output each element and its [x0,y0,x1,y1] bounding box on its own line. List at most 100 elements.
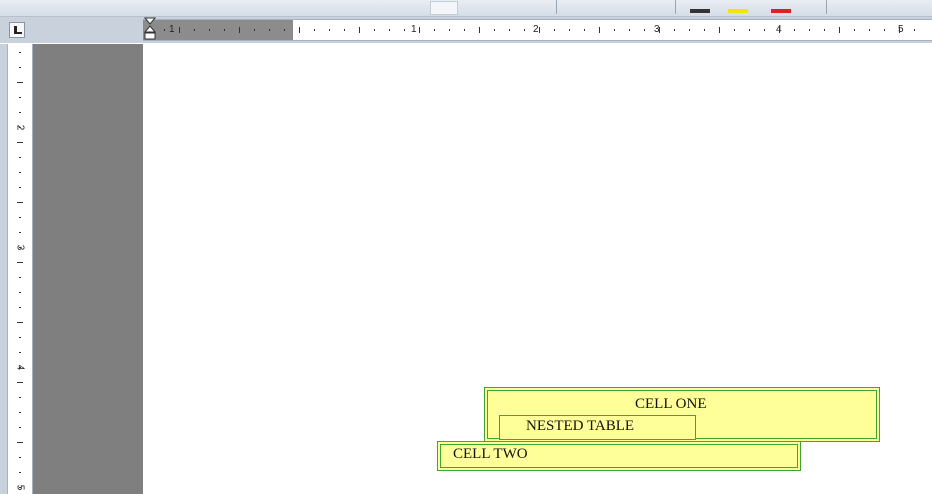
ruler-tick [764,29,765,31]
ruler-tick [899,27,900,33]
nested-table-text: NESTED TABLE [526,418,635,434]
toolbar-control[interactable] [430,1,458,15]
ruler-tick [19,352,21,353]
ruler-tick [164,29,165,31]
cell-two-text: CELL TWO [453,446,528,462]
ruler-tick [794,29,795,31]
ruler-tick [659,27,660,33]
ruler-tick [554,29,555,31]
ruler-tick [419,27,420,33]
ruler-label: 2 [533,24,539,35]
ruler-tick [19,127,21,128]
toolbar-separator [675,0,676,14]
table-cell-two[interactable]: CELL TWO [437,441,801,471]
ruler-tick [389,29,390,31]
ruler-tick [239,27,240,33]
ruler-tick [19,157,21,158]
ruler-tick [404,29,405,31]
ruler-tick [17,202,23,203]
vertical-ruler[interactable]: 2 3 4 5 [7,44,33,494]
ruler-tick [224,29,225,31]
ruler-tick [689,29,690,31]
ruler-tick [17,322,23,323]
ruler-tick [629,29,630,31]
ruler-tick [17,262,23,263]
page-gutter [33,44,143,494]
indent-marker-icon[interactable] [144,17,156,43]
cell-one-text: CELL ONE [635,396,707,412]
ruler-tick [19,457,21,458]
ruler-tick [19,172,21,173]
border-color-swatch[interactable] [690,9,710,13]
ruler-tick [839,27,840,33]
ruler-tick [19,247,21,248]
ruler-tick [464,29,465,31]
ruler-tick [719,27,720,33]
ruler-tick [314,29,315,31]
ruler-tick [494,29,495,31]
ruler-tick [19,412,21,413]
ruler-tick [869,29,870,31]
ruler-left-margin [143,20,293,40]
left-frame [0,44,7,494]
ruler-tick [19,397,21,398]
ruler-tick [569,29,570,31]
ruler-tick [599,27,600,33]
ruler-tick [19,217,21,218]
ruler-tick [19,367,21,368]
ruler-tick [194,29,195,31]
ruler-tick [17,382,23,383]
ruler-tick [614,29,615,31]
ruler-tick [329,29,330,31]
ruler-tick [254,29,255,31]
ruler-tick [19,187,21,188]
ruler-tick [179,27,180,33]
ruler-tick [854,29,855,31]
ruler-tick [19,112,21,113]
ruler-tick [209,29,210,31]
ruler-tick [17,82,23,83]
ruler-tick [17,442,23,443]
ruler-tick [809,29,810,31]
ruler-tick [19,52,21,53]
ruler-tick [19,97,21,98]
ruler-tick [359,27,360,33]
ruler-tick [824,29,825,31]
ruler-tick [19,292,21,293]
ruler-tick [17,142,23,143]
toolbar-separator [556,0,557,14]
ruler-tick [449,29,450,31]
ruler-tick [434,29,435,31]
ruler-tick [19,337,21,338]
ruler-tick [509,29,510,31]
ruler-tick [479,27,480,33]
ruler-tick [584,29,585,31]
ruler-tick [734,29,735,31]
ruler-tick [674,29,675,31]
ruler-tick [704,29,705,31]
ruler-tick [374,29,375,31]
left-tab-icon[interactable] [9,22,25,38]
ruler-tick [884,29,885,31]
ruler-tick [19,232,21,233]
ruler-tick [524,29,525,31]
ruler-tick [914,29,915,31]
ruler-tick [19,427,21,428]
ruler-tick [644,29,645,31]
ruler-tick [344,29,345,31]
ruler-label: 1 [411,24,417,35]
font-color-swatch[interactable] [771,9,791,13]
ruler-tick [19,67,21,68]
ruler-tick [779,27,780,33]
horizontal-ruler[interactable]: 1 1 2 3 4 5 [143,19,932,41]
ruler-tick [19,472,21,473]
ruler-tick [269,29,270,31]
ruler-tick [299,27,300,33]
ruler-tick [19,307,21,308]
nested-table-cell[interactable]: NESTED TABLE [499,415,696,440]
ruler-tick [19,487,21,488]
ribbon-toolbar [0,0,932,17]
highlight-color-swatch[interactable] [728,9,748,13]
ruler-tick [284,29,285,31]
ruler-label: 1 [169,24,175,35]
